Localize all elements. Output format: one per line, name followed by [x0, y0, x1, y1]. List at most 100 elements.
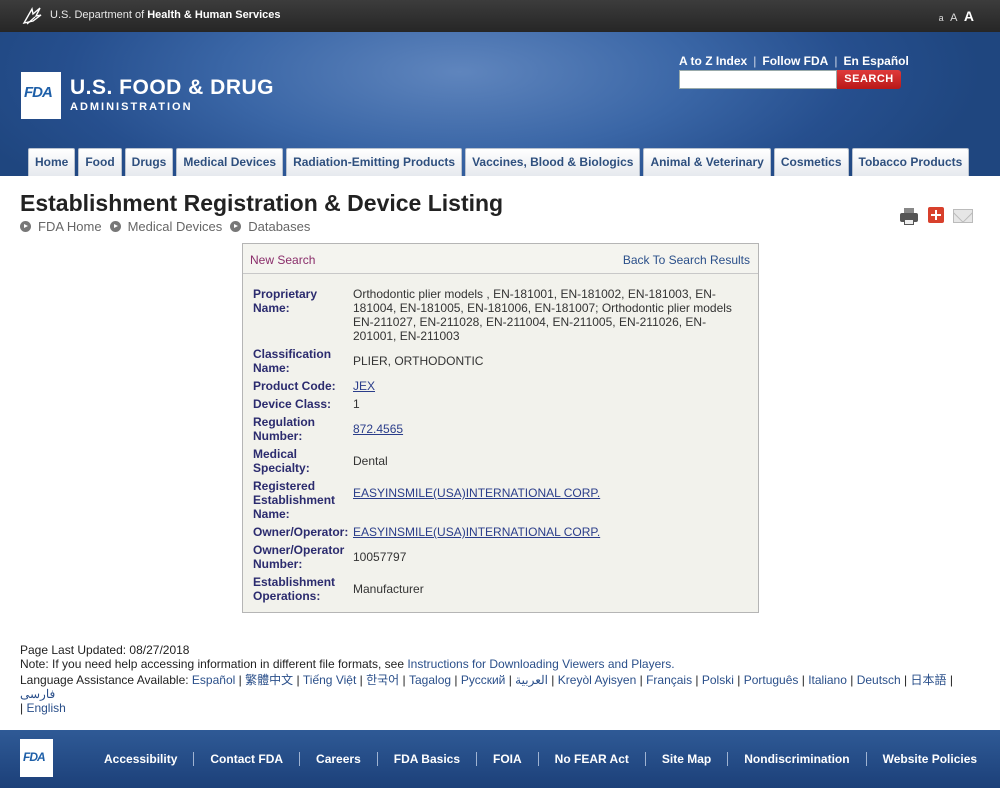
footer-link-no-fear-act[interactable]: No FEAR Act: [539, 752, 646, 766]
regulation-number-value[interactable]: 872.4565: [353, 422, 403, 436]
table-row: Owner/Operator Number: 10057797: [253, 543, 738, 575]
footer-link-fda-basics[interactable]: FDA Basics: [378, 752, 477, 766]
page-tools: [899, 207, 982, 225]
owner-operator-value[interactable]: EASYINSMILE(USA)INTERNATIONAL CORP.: [353, 525, 600, 539]
language-link[interactable]: Deutsch: [857, 673, 901, 687]
language-link[interactable]: Tagalog: [409, 673, 451, 687]
print-icon[interactable]: [899, 207, 919, 225]
field-label: Product Code:: [253, 379, 336, 393]
en-espanol-link[interactable]: En Español: [843, 54, 908, 68]
language-link[interactable]: Kreyòl Ayisyen: [558, 673, 637, 687]
footer-link-website-policies[interactable]: Website Policies: [867, 752, 993, 766]
registered-establishment-link[interactable]: EASYINSMILE(USA)INTERNATIONAL CORP.: [353, 479, 738, 525]
footer-link-foia[interactable]: FOIA: [477, 752, 539, 766]
search-button[interactable]: SEARCH: [837, 70, 901, 89]
table-row: Proprietary Name: Orthodontic plier mode…: [253, 287, 738, 347]
language-link[interactable]: English: [26, 701, 65, 715]
language-link[interactable]: Português: [744, 673, 799, 687]
fda-subtitle: ADMINISTRATION: [70, 101, 193, 113]
product-code-value[interactable]: JEX: [353, 379, 375, 393]
site-footer: FDA Accessibility Contact FDA Careers FD…: [0, 730, 1000, 788]
footer-link-contact-fda[interactable]: Contact FDA: [194, 752, 301, 766]
language-link[interactable]: 日本語: [911, 673, 947, 687]
tab-tobacco-products[interactable]: Tobacco Products: [851, 148, 970, 176]
proprietary-name-value: Orthodontic plier models , EN-181001, EN…: [353, 287, 732, 343]
new-search-link[interactable]: New Search: [250, 253, 315, 267]
fda-title[interactable]: U.S. FOOD & DRUG: [70, 76, 274, 100]
fda-logo[interactable]: FDA: [21, 72, 61, 119]
medical-specialty-value: Dental: [353, 454, 388, 468]
breadcrumb-item[interactable]: Medical Devices: [109, 219, 222, 234]
tab-cosmetics[interactable]: Cosmetics: [773, 148, 849, 176]
hhs-eagle-icon[interactable]: [21, 5, 43, 27]
field-label: Owner/Operator:: [253, 525, 349, 539]
footer-link-careers[interactable]: Careers: [300, 752, 378, 766]
follow-fda-link[interactable]: Follow FDA: [762, 54, 828, 68]
tab-animal-veterinary[interactable]: Animal & Veterinary: [643, 148, 771, 176]
language-link[interactable]: 한국어: [366, 673, 399, 687]
share-plus-icon[interactable]: [928, 207, 944, 223]
tab-radiation-emitting-products[interactable]: Radiation-Emitting Products: [286, 148, 463, 176]
footer-link-accessibility[interactable]: Accessibility: [88, 752, 195, 766]
footer-fda-logo[interactable]: FDA: [20, 739, 53, 777]
table-row: Classification Name: PLIER, ORTHODONTIC: [253, 347, 738, 379]
language-link[interactable]: Polski: [702, 673, 734, 687]
table-row: Product Code: JEX: [253, 379, 738, 397]
table-row: Establishment Operations: Manufacturer: [253, 575, 738, 607]
page-last-updated: Page Last Updated: 08/27/2018: [20, 643, 190, 657]
tab-food[interactable]: Food: [78, 148, 122, 176]
separator: |: [834, 54, 838, 68]
table-row: Owner/Operator: EASYINSMILE(USA)INTERNAT…: [253, 525, 738, 543]
language-link[interactable]: Tiếng Việt: [303, 673, 356, 687]
viewers-players-link[interactable]: Instructions for Downloading Viewers and…: [407, 657, 674, 671]
language-link[interactable]: العربية: [515, 673, 548, 687]
regulation-number-link[interactable]: 872.4565: [353, 415, 738, 447]
language-assistance: Language Assistance Available: Español |…: [20, 673, 953, 715]
registered-establishment-value[interactable]: EASYINSMILE(USA)INTERNATIONAL CORP.: [353, 486, 600, 500]
device-fields-table: Proprietary Name: Orthodontic plier mode…: [253, 287, 738, 607]
field-label: Establishment Operations:: [253, 575, 336, 603]
field-label: Medical Specialty:: [253, 447, 310, 475]
footer-logo-text: FDA: [23, 750, 46, 764]
email-icon[interactable]: [953, 209, 973, 223]
main-nav: Home Food Drugs Medical Devices Radiatio…: [28, 148, 972, 176]
field-label: Registered Establishment Name:: [253, 479, 336, 521]
breadcrumb-item[interactable]: FDA Home: [20, 219, 102, 234]
product-code-link[interactable]: JEX: [353, 379, 738, 397]
field-label: Proprietary Name:: [253, 287, 318, 315]
owner-operator-link[interactable]: EASYINSMILE(USA)INTERNATIONAL CORP.: [353, 525, 738, 543]
language-link[interactable]: Français: [646, 673, 692, 687]
tab-home[interactable]: Home: [28, 148, 76, 176]
establishment-operations-value: Manufacturer: [353, 582, 424, 596]
utility-links: A to Z Index | Follow FDA | En Español: [679, 54, 909, 68]
footer-link-nondiscrimination[interactable]: Nondiscrimination: [728, 752, 867, 766]
text-size-large[interactable]: A: [964, 8, 976, 24]
language-link[interactable]: Español: [192, 673, 235, 687]
breadcrumb-label: Databases: [248, 219, 311, 234]
a-to-z-link[interactable]: A to Z Index: [679, 54, 747, 68]
language-link[interactable]: فارسی: [20, 687, 55, 701]
language-link[interactable]: Русский: [461, 673, 506, 687]
search-input[interactable]: [679, 70, 837, 89]
field-label: Regulation Number:: [253, 415, 315, 443]
breadcrumb-label: FDA Home: [38, 219, 102, 234]
table-row: Medical Specialty: Dental: [253, 447, 738, 479]
back-to-results-link[interactable]: Back To Search Results: [623, 253, 750, 267]
hhs-link[interactable]: U.S. Department of Health & Human Servic…: [50, 9, 281, 21]
breadcrumb-item[interactable]: Databases: [230, 219, 310, 234]
breadcrumb: FDA Home Medical Devices Databases: [20, 219, 318, 234]
file-format-note: Note: If you need help accessing informa…: [20, 657, 675, 671]
text-size-medium[interactable]: A: [950, 12, 959, 24]
panel-toolbar: New Search Back To Search Results: [243, 244, 758, 274]
language-link[interactable]: Italiano: [808, 673, 847, 687]
tab-vaccines-blood-biologics[interactable]: Vaccines, Blood & Biologics: [465, 148, 641, 176]
hhs-prefix: U.S. Department of: [50, 9, 148, 21]
arrow-bullet-icon: [20, 221, 31, 232]
tab-medical-devices[interactable]: Medical Devices: [176, 148, 284, 176]
footer-link-site-map[interactable]: Site Map: [646, 752, 729, 766]
tab-drugs[interactable]: Drugs: [124, 148, 174, 176]
table-row: Regulation Number: 872.4565: [253, 415, 738, 447]
language-label: Language Assistance Available:: [20, 673, 192, 687]
language-link[interactable]: 繁體中文: [245, 673, 293, 687]
text-size-small[interactable]: a: [939, 13, 946, 23]
